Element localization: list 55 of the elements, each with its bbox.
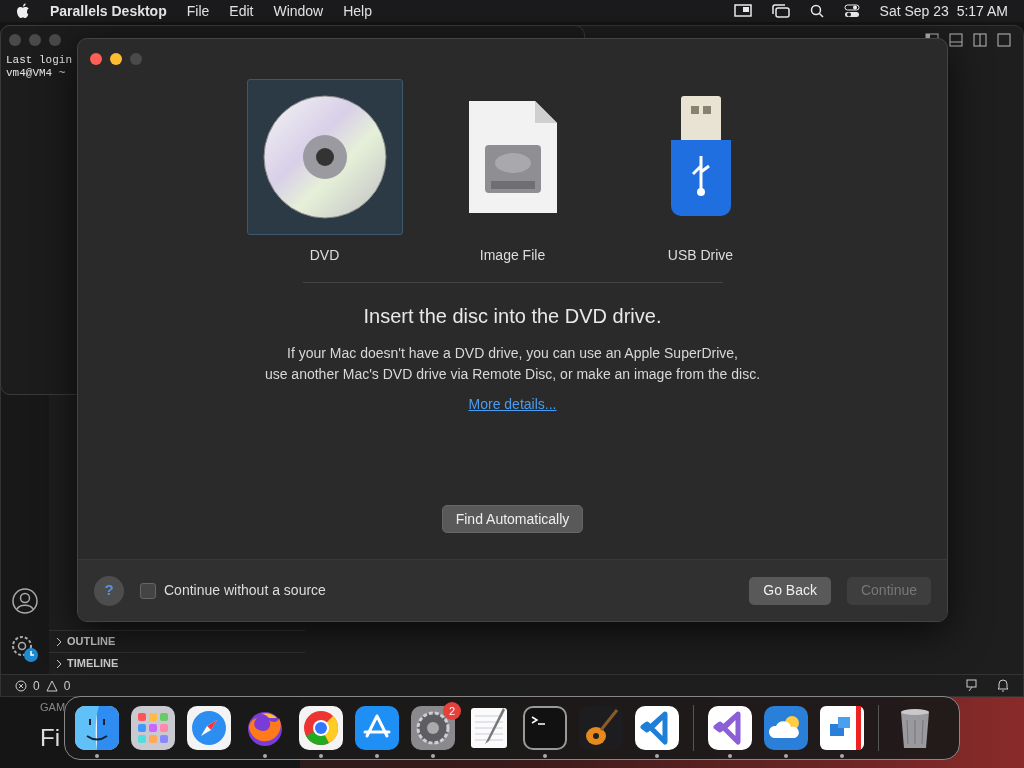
guitar-icon[interactable] xyxy=(579,706,623,750)
app-menu[interactable]: Parallels Desktop xyxy=(50,0,167,22)
warning-count[interactable]: 0 xyxy=(63,676,71,695)
error-icon[interactable] xyxy=(15,679,27,692)
terminal-line: Last login xyxy=(6,54,72,67)
window-icon[interactable] xyxy=(820,706,864,750)
cloud-icon[interactable] xyxy=(764,706,808,750)
account-icon[interactable] xyxy=(12,588,38,614)
prompt-icon[interactable] xyxy=(523,706,567,750)
menu-item[interactable]: Help xyxy=(343,0,372,22)
source-option[interactable]: Image File xyxy=(434,79,591,266)
dialog-description: If your Mac doesn't have a DVD drive, you can use an Apple SuperDrive, use another Mac's DVD drive via Remote Disc, or make an image from the disc. xyxy=(264,344,761,384)
checkbox[interactable] xyxy=(140,582,156,599)
source-option[interactable]: USB Drive xyxy=(622,79,779,266)
usb-drive-icon xyxy=(668,96,733,218)
menu-item[interactable]: File xyxy=(186,0,210,22)
gear-icon[interactable] xyxy=(411,706,455,750)
find-automatically-button[interactable]: Find Automatically xyxy=(441,505,584,533)
go-back-button[interactable]: Go Back xyxy=(749,576,831,605)
checkbox-label: Continue without a source xyxy=(164,581,326,600)
layout-panel-icon[interactable] xyxy=(949,33,963,47)
bell-icon[interactable] xyxy=(997,679,1009,692)
warning-icon[interactable] xyxy=(45,679,58,692)
chevron-right-icon xyxy=(55,658,63,669)
broadcast-icon[interactable] xyxy=(966,679,979,692)
disc-icon xyxy=(262,95,387,219)
search-icon[interactable] xyxy=(809,4,824,18)
compass-icon[interactable] xyxy=(187,706,231,750)
layout-split-icon[interactable] xyxy=(973,33,987,47)
face-icon[interactable] xyxy=(75,706,119,750)
clock[interactable]: Sat Sep 23 5:17 AM xyxy=(879,0,1008,22)
panel-section-header[interactable]: OUTLINE xyxy=(49,630,305,652)
minimize-button[interactable] xyxy=(110,53,122,65)
toggles-icon[interactable] xyxy=(843,4,860,18)
ring-icon[interactable] xyxy=(299,706,343,750)
chevron-right-icon xyxy=(55,636,63,647)
code-icon[interactable] xyxy=(635,706,679,750)
article-label: GAM xyxy=(40,700,66,715)
disk-image-file-icon xyxy=(468,101,557,213)
article-title: Fi xyxy=(40,722,60,753)
more-details-link[interactable]: More details... xyxy=(468,394,557,415)
windows-icon[interactable] xyxy=(771,4,790,18)
grid-icon[interactable] xyxy=(131,706,175,750)
terminal-line: vm4@VM4 ~ xyxy=(6,67,66,80)
dialog-heading: Insert the disc into the DVD drive. xyxy=(363,304,662,329)
panel-section-header[interactable]: TIMELINE xyxy=(49,652,305,674)
error-count[interactable]: 0 xyxy=(33,676,40,695)
close-button[interactable] xyxy=(90,53,102,65)
apple-logo-icon[interactable] xyxy=(16,3,30,19)
screen-icon[interactable] xyxy=(733,4,752,18)
layout-grid-icon[interactable] xyxy=(997,33,1011,47)
menu-item[interactable]: Window xyxy=(273,0,324,22)
menu-item[interactable]: Edit xyxy=(229,0,254,22)
notification-badge: 2 xyxy=(443,702,461,720)
settings-icon[interactable] xyxy=(10,634,40,664)
